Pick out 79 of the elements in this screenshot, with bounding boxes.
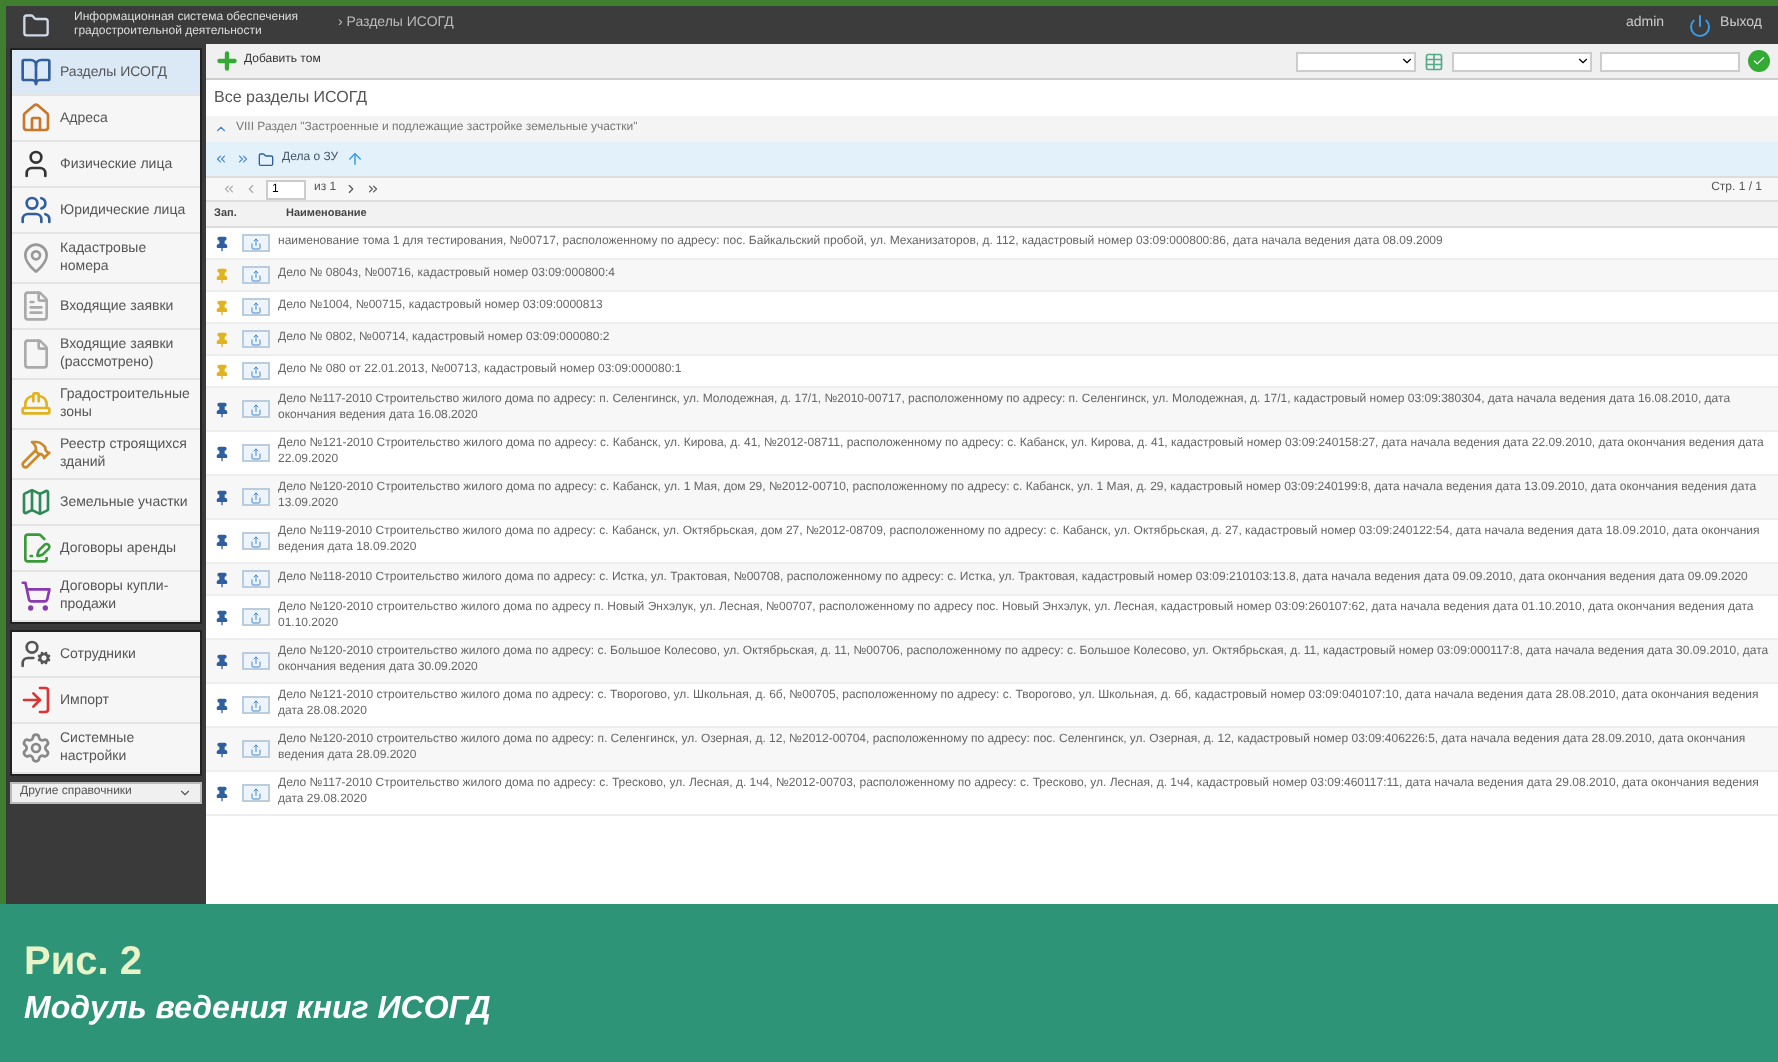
check-icon [1752, 54, 1766, 68]
next-page-icon[interactable] [344, 182, 359, 196]
figure-number: Рис. 2 [24, 939, 144, 983]
open-button[interactable] [242, 488, 270, 506]
page-title: Все разделы ИСОГД [212, 86, 370, 110]
open-button[interactable] [242, 444, 270, 462]
table-row[interactable] [206, 564, 1778, 596]
document-icon [20, 290, 52, 322]
forward-icon[interactable] [236, 152, 250, 166]
open-button[interactable] [242, 234, 270, 252]
table-row[interactable] [206, 640, 1778, 684]
settings-icon [20, 732, 52, 764]
last-page-icon[interactable] [366, 182, 381, 196]
open-button[interactable] [242, 608, 270, 626]
collapse-icon[interactable] [214, 122, 228, 136]
pin-icon [20, 242, 52, 274]
open-button[interactable] [242, 696, 270, 714]
share-icon [250, 237, 262, 249]
document-icon [20, 338, 52, 370]
person-icon [20, 148, 52, 180]
open-button[interactable] [242, 532, 270, 550]
share-icon [250, 535, 262, 547]
confirm-button[interactable] [1748, 50, 1770, 72]
person-icon [20, 638, 52, 670]
share-icon [250, 787, 262, 799]
open-button[interactable] [242, 362, 270, 380]
hammer-icon [20, 438, 52, 470]
first-page-icon[interactable] [222, 182, 236, 196]
share-icon [250, 365, 262, 377]
open-button[interactable] [242, 652, 270, 670]
table-row[interactable] [206, 728, 1778, 772]
grid-icon[interactable] [1424, 51, 1444, 71]
input-field[interactable] [1600, 51, 1740, 71]
figure-caption: Модуль ведения книг ИСОГД [24, 991, 493, 1027]
share-icon [250, 301, 262, 313]
select-field[interactable] [1452, 51, 1592, 71]
share-icon [250, 655, 262, 667]
people-icon [20, 194, 52, 226]
share-icon [250, 333, 262, 345]
open-button[interactable] [242, 784, 270, 802]
share-icon [250, 743, 262, 755]
open-button[interactable] [242, 298, 270, 316]
open-button[interactable] [242, 330, 270, 348]
table-row[interactable] [206, 388, 1778, 432]
open-button[interactable] [242, 740, 270, 758]
book-icon [20, 56, 52, 88]
table-row[interactable] [206, 476, 1778, 520]
open-button[interactable] [242, 400, 270, 418]
share-icon [250, 491, 262, 503]
up-icon[interactable] [346, 150, 365, 168]
share-icon [250, 447, 262, 459]
share-icon [250, 403, 262, 415]
select-field[interactable] [1296, 51, 1416, 71]
table-row[interactable] [206, 772, 1778, 816]
map-icon [20, 486, 52, 518]
cart-icon [20, 580, 52, 612]
arrow-icon [20, 684, 52, 716]
open-button[interactable] [242, 266, 270, 284]
power-icon [1688, 13, 1713, 37]
caret-icon [178, 786, 192, 800]
contract-icon [20, 532, 52, 564]
table-row[interactable] [206, 596, 1778, 640]
table-row[interactable] [206, 432, 1778, 476]
caret-icon [1400, 54, 1414, 68]
back-icon[interactable] [214, 152, 228, 166]
share-icon [250, 573, 262, 585]
previous-page-icon[interactable] [244, 182, 258, 196]
share-icon [250, 269, 262, 281]
share-icon [250, 611, 262, 623]
logo-icon [22, 11, 50, 39]
helmet-icon [20, 388, 52, 420]
share-icon [250, 699, 262, 711]
table-row[interactable] [206, 684, 1778, 728]
caret-icon [1576, 54, 1590, 68]
house-icon [20, 102, 52, 134]
plus-icon [214, 48, 240, 74]
folder-icon [258, 151, 274, 167]
open-button[interactable] [242, 570, 270, 588]
table-row[interactable] [206, 520, 1778, 564]
